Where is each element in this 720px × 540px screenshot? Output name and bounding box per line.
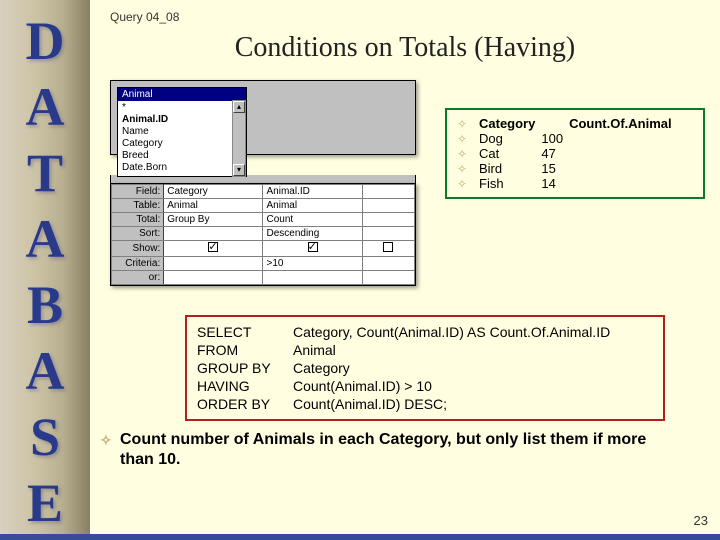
- qbe-grid: Field: Category Animal.ID Table: Animal …: [110, 183, 416, 286]
- results-category: Fish: [479, 176, 541, 191]
- qbe-cell[interactable]: Category: [164, 185, 263, 199]
- scroll-down-icon[interactable]: ▾: [233, 164, 245, 176]
- bullet-icon: ✧: [457, 177, 473, 191]
- qbe-show-cell[interactable]: [164, 241, 263, 257]
- bullet-icon: ✧: [457, 147, 473, 161]
- bullet-icon: ✧: [457, 132, 473, 146]
- results-panel: ✧ Category Count.Of.Animal ✧ Dog 100 ✧ C…: [445, 108, 705, 199]
- qbe-field-item[interactable]: Breed: [122, 150, 242, 162]
- qbe-row-label: Sort:: [112, 227, 164, 241]
- results-row: ✧ Cat 47: [457, 146, 678, 161]
- sidebar-letter: A: [0, 338, 90, 404]
- results-header: Category: [479, 116, 541, 131]
- checkbox-icon[interactable]: [383, 242, 393, 252]
- qbe-cell[interactable]: [362, 271, 414, 285]
- sql-panel: SELECTCategory, Count(Animal.ID) AS Coun…: [185, 315, 665, 421]
- scroll-up-icon[interactable]: ▴: [233, 101, 245, 113]
- qbe-show-cell[interactable]: [362, 241, 414, 257]
- qbe-cell[interactable]: [164, 257, 263, 271]
- qbe-cell[interactable]: Animal: [164, 199, 263, 213]
- bullet-icon: ✧: [100, 430, 112, 450]
- sidebar-letter: A: [0, 206, 90, 272]
- results-count: 47: [541, 146, 569, 161]
- checkbox-icon[interactable]: [208, 242, 218, 252]
- qbe-cell[interactable]: Count: [263, 213, 362, 227]
- qbe-row-label: Table:: [112, 199, 164, 213]
- results-row: ✧ Fish 14: [457, 176, 678, 191]
- qbe-cell[interactable]: >10: [263, 257, 362, 271]
- qbe-cell[interactable]: [263, 271, 362, 285]
- qbe-field-item[interactable]: Animal.ID: [122, 114, 242, 126]
- qbe-cell[interactable]: [362, 227, 414, 241]
- results-count: 14: [541, 176, 569, 191]
- qbe-cell[interactable]: Descending: [263, 227, 362, 241]
- sql-line: SELECTCategory, Count(Animal.ID) AS Coun…: [197, 323, 653, 341]
- results-row: ✧ Dog 100: [457, 131, 678, 146]
- results-category: Cat: [479, 146, 541, 161]
- qbe-cell[interactable]: [362, 199, 414, 213]
- bullet-icon: ✧: [457, 162, 473, 176]
- sidebar-letter: B: [0, 272, 90, 338]
- sidebar-letter: A: [0, 74, 90, 140]
- sidebar-letter: D: [0, 8, 90, 74]
- qbe-cell[interactable]: [164, 271, 263, 285]
- qbe-cell[interactable]: [362, 185, 414, 199]
- bullet-icon: ✧: [457, 117, 473, 131]
- qbe-cell[interactable]: Animal: [263, 199, 362, 213]
- qbe-field-list[interactable]: Animal * Animal.ID Name Category Breed D…: [117, 87, 247, 177]
- summary-text: ✧ Count number of Animals in each Catego…: [100, 430, 680, 470]
- page-title: Conditions on Totals (Having): [90, 32, 720, 64]
- sql-line: HAVINGCount(Animal.ID) > 10: [197, 377, 653, 395]
- results-row: ✧ Bird 15: [457, 161, 678, 176]
- page-number: 23: [694, 513, 708, 528]
- qbe-row-label: Field:: [112, 185, 164, 199]
- qbe-row-label: Criteria:: [112, 257, 164, 271]
- results-category: Dog: [479, 131, 541, 146]
- qbe-table-source: Animal * Animal.ID Name Category Breed D…: [110, 80, 416, 155]
- qbe-cell[interactable]: Group By: [164, 213, 263, 227]
- results-header: Count.Of.Animal: [569, 116, 678, 131]
- sidebar-letter: T: [0, 140, 90, 206]
- qbe-field-item[interactable]: Date.Born: [122, 162, 242, 174]
- qbe-cell[interactable]: [362, 257, 414, 271]
- bottom-accent-bar: [0, 534, 720, 540]
- sql-line: GROUP BYCategory: [197, 359, 653, 377]
- sidebar-letter: E: [0, 470, 90, 536]
- qbe-field-item[interactable]: Category: [122, 138, 242, 150]
- sidebar-letter: S: [0, 404, 90, 470]
- results-header-row: ✧ Category Count.Of.Animal: [457, 116, 678, 131]
- qbe-row-label: Show:: [112, 241, 164, 257]
- qbe-show-cell[interactable]: [263, 241, 362, 257]
- qbe-field-star[interactable]: *: [122, 102, 242, 114]
- qbe-cell[interactable]: [362, 213, 414, 227]
- checkbox-icon[interactable]: [308, 242, 318, 252]
- qbe-field-item[interactable]: Name: [122, 126, 242, 138]
- qbe-cell[interactable]: Animal.ID: [263, 185, 362, 199]
- qbe-row-label: or:: [112, 271, 164, 285]
- scrollbar[interactable]: ▴ ▾: [232, 100, 246, 177]
- qbe-designer: Animal * Animal.ID Name Category Breed D…: [110, 80, 420, 286]
- results-count: 15: [541, 161, 569, 176]
- qbe-row-label: Total:: [112, 213, 164, 227]
- qbe-cell[interactable]: [164, 227, 263, 241]
- query-id: Query 04_08: [90, 0, 720, 24]
- sidebar-letters: D A T A B A S E: [0, 0, 90, 540]
- sql-line: ORDER BYCount(Animal.ID) DESC;: [197, 395, 653, 413]
- results-count: 100: [541, 131, 569, 146]
- results-category: Bird: [479, 161, 541, 176]
- sql-line: FROMAnimal: [197, 341, 653, 359]
- qbe-table-name: Animal: [118, 88, 246, 101]
